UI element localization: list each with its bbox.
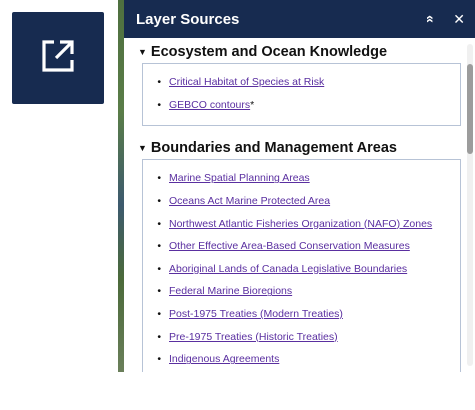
bullet: • xyxy=(157,194,161,207)
list-item: • Aboriginal Lands of Canada Legislative… xyxy=(143,263,460,277)
list-item: • GEBCO contours* xyxy=(143,99,460,113)
open-external-button[interactable] xyxy=(12,12,104,104)
panel-title: Layer Sources xyxy=(136,10,240,28)
layer-link[interactable]: Post-1975 Treaties (Modern Treaties) xyxy=(169,308,343,320)
layer-link[interactable]: Indigenous Agreements xyxy=(169,353,279,365)
bullet: • xyxy=(157,217,161,230)
layer-link[interactable]: Critical Habitat of Species at Risk xyxy=(169,76,324,88)
section-header-ecosystem[interactable]: ▼ Ecosystem and Ocean Knowledge xyxy=(138,44,461,60)
layer-link[interactable]: GEBCO contours xyxy=(169,99,250,111)
link-suffix: * xyxy=(250,98,255,111)
bullet: • xyxy=(157,353,161,366)
list-item: • Indigenous Agreements xyxy=(143,353,460,367)
bullet: • xyxy=(157,330,161,343)
layer-link[interactable]: Northwest Atlantic Fisheries Organizatio… xyxy=(169,218,432,230)
panel-body: ▼ Ecosystem and Ocean Knowledge • Critic… xyxy=(124,38,475,372)
layer-sources-panel: Layer Sources « ✕ ▼ Ecosystem and Ocean … xyxy=(124,0,475,372)
layer-link[interactable]: Federal Marine Bioregions xyxy=(169,285,292,297)
bullet: • xyxy=(157,308,161,321)
expand-triangle-icon: ▼ xyxy=(138,143,147,154)
list-item: • Pre-1975 Treaties (Historic Treaties) xyxy=(143,331,460,345)
layer-link[interactable]: Aboriginal Lands of Canada Legislative B… xyxy=(169,263,407,275)
list-item: • Critical Habitat of Species at Risk xyxy=(143,76,460,90)
expand-triangle-icon: ▼ xyxy=(138,47,147,57)
bullet: • xyxy=(157,76,161,88)
list-item: • Federal Marine Bioregions xyxy=(143,285,460,299)
section-list-boundaries: • Marine Spatial Planning Areas • Oceans… xyxy=(142,159,461,372)
bullet: • xyxy=(157,240,161,253)
collapse-icon[interactable]: « xyxy=(423,15,439,23)
layer-link[interactable]: Marine Spatial Planning Areas xyxy=(169,172,310,184)
scrollbar-track[interactable] xyxy=(467,44,473,366)
bullet: • xyxy=(157,98,161,111)
panel-header: Layer Sources « ✕ xyxy=(124,0,475,38)
external-link-icon xyxy=(38,36,78,81)
bullet: • xyxy=(157,172,161,185)
section-title: Boundaries and Management Areas xyxy=(150,140,397,157)
section-header-boundaries[interactable]: ▼ Boundaries and Management Areas xyxy=(138,140,461,156)
close-icon[interactable]: ✕ xyxy=(453,12,465,26)
list-item: • Oceans Act Marine Protected Area xyxy=(143,195,460,209)
list-item: • Marine Spatial Planning Areas xyxy=(143,172,460,186)
bullet: • xyxy=(157,285,161,298)
list-item: • Northwest Atlantic Fisheries Organizat… xyxy=(143,218,460,232)
layer-link[interactable]: Oceans Act Marine Protected Area xyxy=(169,195,330,207)
list-item: • Post-1975 Treaties (Modern Treaties) xyxy=(143,308,460,322)
bullet: • xyxy=(157,262,161,275)
layer-link[interactable]: Pre-1975 Treaties (Historic Treaties) xyxy=(169,331,338,343)
section-list-ecosystem: • Critical Habitat of Species at Risk • … xyxy=(142,63,461,127)
list-item: • Other Effective Area-Based Conservatio… xyxy=(143,240,460,254)
scrollbar-thumb[interactable] xyxy=(467,64,473,154)
section-title: Ecosystem and Ocean Knowledge xyxy=(150,44,388,60)
layer-link[interactable]: Other Effective Area-Based Conservation … xyxy=(169,240,410,252)
